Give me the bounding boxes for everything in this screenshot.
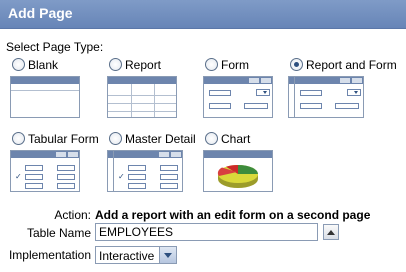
- dialog-header: Add Page: [0, 0, 406, 29]
- action-description: Add a report with an edit form on a seco…: [95, 208, 371, 222]
- option-label-tabular-form[interactable]: Tabular Form: [28, 132, 99, 146]
- dropdown-arrow-icon[interactable]: [159, 247, 176, 263]
- radio-form[interactable]: [205, 58, 218, 71]
- table-name-input[interactable]: [95, 223, 318, 241]
- chevron-up-icon: [327, 229, 335, 235]
- dialog-title: Add Page: [8, 5, 73, 21]
- radio-blank[interactable]: [12, 58, 25, 71]
- option-label-form[interactable]: Form: [221, 58, 249, 72]
- page-type-label: Select Page Type:: [6, 40, 104, 54]
- form-thumbnail[interactable]: [203, 76, 273, 118]
- tabular-form-thumbnail[interactable]: ✓: [10, 150, 80, 192]
- option-label-report-and-form[interactable]: Report and Form: [306, 58, 397, 72]
- implementation-value: Interactive: [99, 249, 155, 263]
- action-label: Action:: [54, 208, 91, 222]
- implementation-label: Implementation: [8, 248, 91, 262]
- radio-tabular-form[interactable]: [12, 132, 25, 145]
- chart-thumbnail[interactable]: [203, 150, 273, 192]
- pie-chart-icon: [217, 164, 259, 188]
- option-label-report[interactable]: Report: [125, 58, 161, 72]
- implementation-select[interactable]: Interactive: [95, 246, 177, 264]
- master-detail-thumbnail[interactable]: ✓: [113, 150, 183, 192]
- radio-chart[interactable]: [205, 132, 218, 145]
- option-label-blank[interactable]: Blank: [28, 58, 58, 72]
- report-and-form-thumbnail[interactable]: [294, 76, 364, 118]
- radio-master-detail[interactable]: [109, 132, 122, 145]
- table-name-label: Table Name: [26, 226, 91, 240]
- radio-report[interactable]: [109, 58, 122, 71]
- table-name-lookup-button[interactable]: [323, 224, 339, 240]
- radio-report-and-form[interactable]: [290, 58, 303, 71]
- option-label-master-detail[interactable]: Master Detail: [125, 132, 196, 146]
- blank-thumbnail[interactable]: [10, 76, 80, 118]
- option-label-chart[interactable]: Chart: [221, 132, 250, 146]
- report-thumbnail[interactable]: [107, 76, 177, 118]
